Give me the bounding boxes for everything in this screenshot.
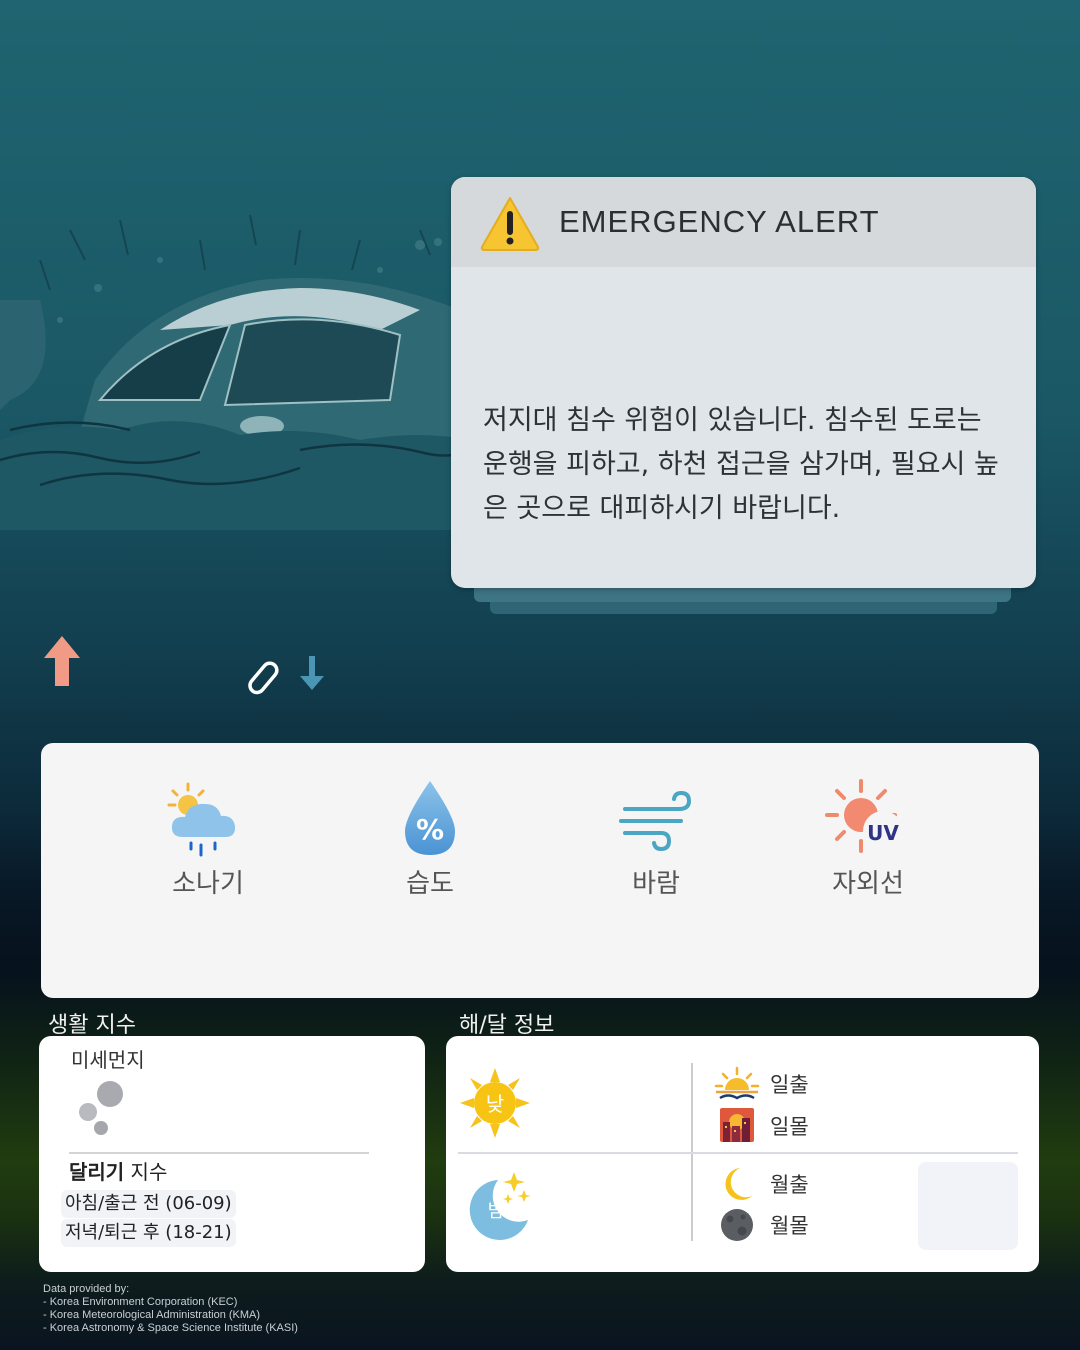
alert-card-stack-shadow-1 (474, 588, 1011, 602)
moonrise-label: 월출 (770, 1173, 809, 1197)
weather-label-uv: 자외선 (832, 869, 904, 899)
day-sun-icon: 낮 (460, 1068, 530, 1138)
sunset-row: 일몰 (714, 1108, 809, 1144)
weather-item-humidity[interactable]: % 습도 (350, 779, 510, 900)
emergency-alert-card: EMERGENCY ALERT 저지대 침수 위험이 있습니다. 침수된 도로는… (451, 177, 1036, 588)
sun-rain-cloud-icon (167, 782, 236, 857)
sunrise-row: 일출 (714, 1066, 809, 1102)
crescent-moon-icon (725, 1168, 752, 1200)
up-arrow-icon (44, 636, 80, 686)
svg-text:%: % (416, 813, 444, 846)
life-index-card: 미세먼지 달리기 지수 아침/출근 전 (06-09) 저녁/퇴근 후 (18-… (39, 1036, 425, 1272)
svg-text:밤: 밤 (488, 1201, 505, 1222)
alert-message: 저지대 침수 위험이 있습니다. 침수된 도로는 운행을 피하고, 하천 접근을… (483, 405, 999, 524)
alert-card-stack-shadow-2 (490, 602, 997, 614)
data-credits: Data provided by: - Korea Environment Co… (43, 1283, 298, 1334)
humidity-drop-icon: % (405, 781, 455, 855)
alert-title: EMERGENCY ALERT (559, 204, 880, 239)
sunrise-icon (714, 1066, 760, 1100)
life-index-title: 생활 지수 (48, 1013, 136, 1038)
wind-icon (619, 790, 692, 852)
sunset-label: 일몰 (770, 1115, 809, 1139)
svg-text:낮: 낮 (486, 1092, 504, 1116)
weather-label-shower: 소나기 (172, 869, 244, 899)
moonrise-row: 월출 (714, 1166, 809, 1202)
weather-item-uv[interactable]: UV 자외선 (788, 779, 948, 900)
sun-moon-card: 낮 밤 일출 일몰 월출 월몰 (446, 1036, 1039, 1272)
weather-label-humidity: 습도 (406, 869, 454, 899)
warning-icon (480, 197, 540, 251)
paperclip-icon[interactable] (240, 656, 284, 700)
moonset-label: 월몰 (770, 1214, 809, 1238)
flooded-car-illustration (0, 214, 470, 530)
weather-label-wind: 바람 (632, 869, 680, 899)
alert-header: EMERGENCY ALERT (451, 177, 1036, 267)
down-arrow-icon (300, 656, 324, 690)
night-moon-icon: 밤 (469, 1172, 531, 1240)
sunrise-label: 일출 (770, 1073, 809, 1097)
sunset-icon (720, 1108, 754, 1142)
life-divider (69, 1152, 369, 1154)
sun-moon-horizontal-divider (458, 1152, 1018, 1154)
fine-dust-icon (79, 1081, 123, 1135)
svg-text:UV: UV (867, 821, 899, 845)
running-row-evening[interactable]: 저녁/퇴근 후 (18-21) (61, 1219, 236, 1247)
moonset-row: 월몰 (714, 1207, 809, 1243)
running-row-morning[interactable]: 아침/출근 전 (06-09) (61, 1190, 236, 1218)
fine-dust-label: 미세먼지 (71, 1048, 145, 1072)
weather-item-wind[interactable]: 바람 (576, 779, 736, 900)
weather-card: 소나기 % 습도 바람 UV 자외선 (41, 743, 1039, 998)
sun-moon-title: 해/달 정보 (459, 1013, 555, 1038)
running-index-title: 달리기 지수 (69, 1160, 168, 1184)
moon-phase-box (918, 1162, 1018, 1250)
weather-item-shower[interactable]: 소나기 (128, 779, 288, 900)
uv-sun-icon: UV (825, 779, 903, 853)
new-moon-icon (721, 1209, 753, 1241)
